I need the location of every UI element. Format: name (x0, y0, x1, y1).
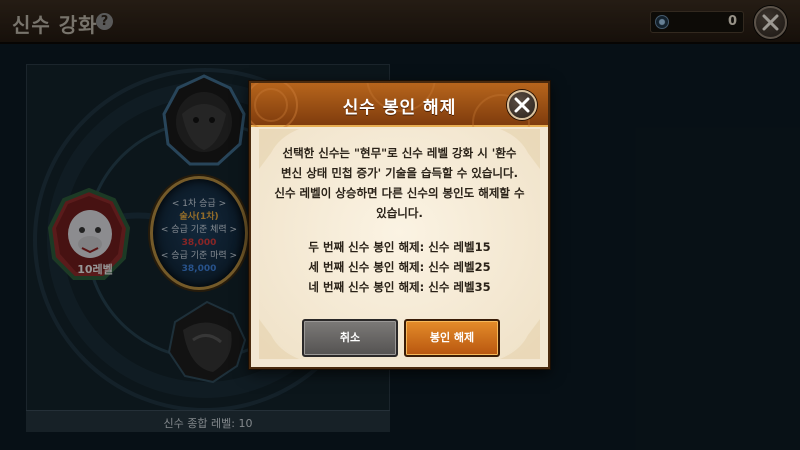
unseal-button[interactable]: 봉인 해제 (404, 319, 500, 357)
dialog-title: 신수 봉인 해제 (342, 98, 457, 118)
unlock-requirement: 두 번째 신수 봉인 해제: 신수 레벨15 (308, 240, 491, 254)
unlock-requirement: 네 번째 신수 봉인 해제: 신수 레벨35 (308, 280, 491, 294)
unlock-requirement: 세 번째 신수 봉인 해제: 신수 레벨25 (308, 260, 491, 274)
description-line: 신수 레벨이 상승하면 다른 신수의 봉인도 해제할 수 (274, 186, 525, 200)
close-icon (514, 97, 530, 113)
description-line: 있습니다. (376, 206, 423, 220)
dialog-header: 신수 봉인 해제 (251, 83, 548, 127)
cancel-button[interactable]: 취소 (302, 319, 398, 357)
dialog-close-button[interactable] (507, 90, 537, 120)
description-line: 선택한 신수는 "현무"로 신수 레벨 강화 시 '환수 (282, 146, 517, 160)
unseal-dialog: 신수 봉인 해제 선택한 신수는 "현무"로 신수 레벨 강화 시 '환수 변신… (249, 81, 550, 369)
description-line: 변신 상태 민첩 증가' 기술을 습득할 수 있습니다. (281, 166, 518, 180)
